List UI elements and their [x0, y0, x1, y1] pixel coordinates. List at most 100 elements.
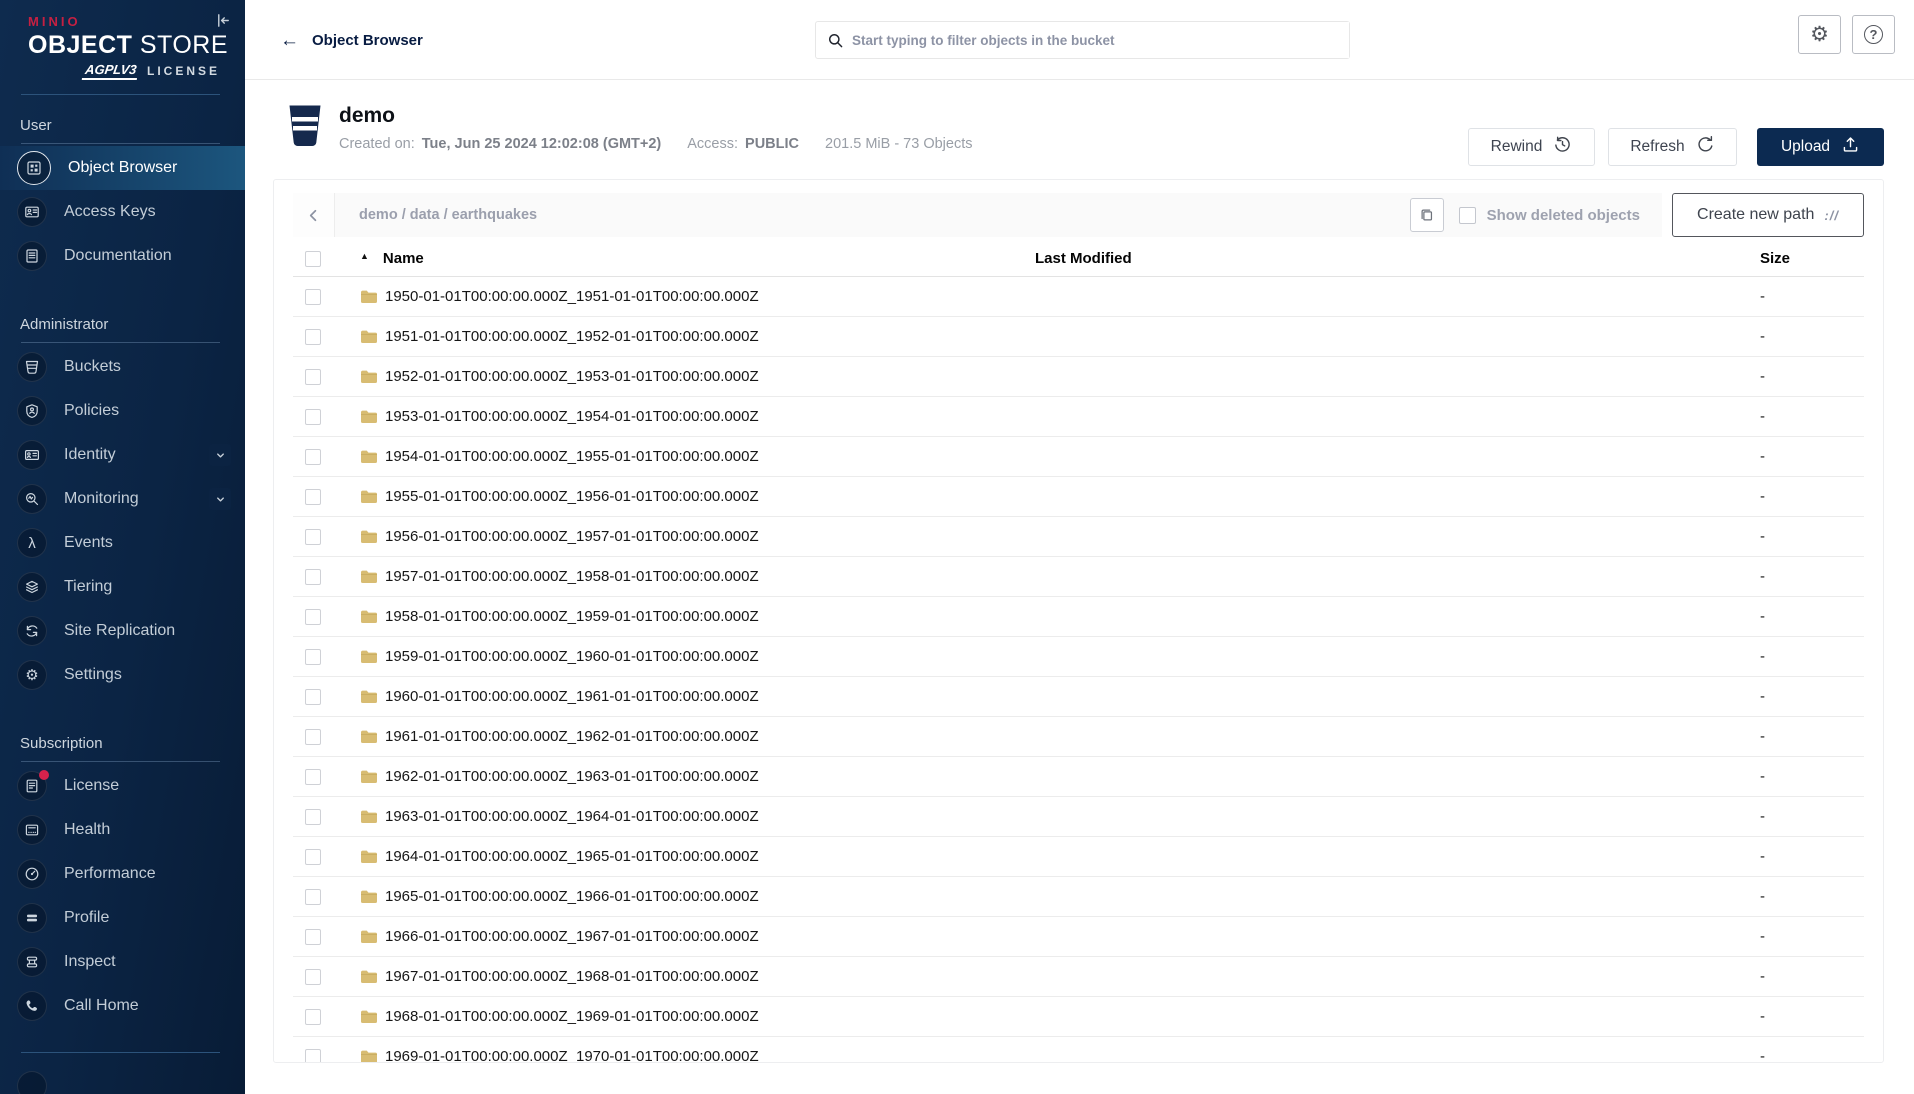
- table-row[interactable]: 1967-01-01T00:00:00.000Z_1968-01-01T00:0…: [293, 957, 1864, 997]
- cell-name[interactable]: 1964-01-01T00:00:00.000Z_1965-01-01T00:0…: [348, 848, 1035, 865]
- row-checkbox[interactable]: [305, 569, 321, 585]
- table-row[interactable]: 1968-01-01T00:00:00.000Z_1969-01-01T00:0…: [293, 997, 1864, 1037]
- page-back-nav[interactable]: ← Object Browser: [280, 0, 423, 80]
- cell-name[interactable]: 1966-01-01T00:00:00.000Z_1967-01-01T00:0…: [348, 928, 1035, 945]
- table-row[interactable]: 1969-01-01T00:00:00.000Z_1970-01-01T00:0…: [293, 1037, 1864, 1063]
- cell-name[interactable]: 1962-01-01T00:00:00.000Z_1963-01-01T00:0…: [348, 768, 1035, 785]
- table-row[interactable]: 1953-01-01T00:00:00.000Z_1954-01-01T00:0…: [293, 397, 1864, 437]
- row-checkbox[interactable]: [305, 769, 321, 785]
- search-input[interactable]: [852, 22, 1349, 58]
- cell-name[interactable]: 1950-01-01T00:00:00.000Z_1951-01-01T00:0…: [348, 288, 1035, 305]
- sidebar-item-identity[interactable]: Identity: [0, 433, 245, 477]
- cell-name[interactable]: 1951-01-01T00:00:00.000Z_1952-01-01T00:0…: [348, 328, 1035, 345]
- table-row[interactable]: 1965-01-01T00:00:00.000Z_1966-01-01T00:0…: [293, 877, 1864, 917]
- table-row[interactable]: 1962-01-01T00:00:00.000Z_1963-01-01T00:0…: [293, 757, 1864, 797]
- row-checkbox[interactable]: [305, 369, 321, 385]
- bucket-header: demo Created on: Tue, Jun 25 2024 12:02:…: [288, 104, 1884, 176]
- rewind-button[interactable]: Rewind: [1468, 128, 1595, 166]
- row-checkbox[interactable]: [305, 729, 321, 745]
- chevron-down-icon[interactable]: [209, 488, 231, 510]
- sidebar-item-monitoring[interactable]: Monitoring: [0, 477, 245, 521]
- sidebar-item-site-replication[interactable]: Site Replication: [0, 609, 245, 653]
- column-header-last-modified[interactable]: Last Modified: [1035, 250, 1758, 267]
- table-row[interactable]: 1963-01-01T00:00:00.000Z_1964-01-01T00:0…: [293, 797, 1864, 837]
- sidebar-item-documentation[interactable]: Documentation: [0, 234, 245, 278]
- select-all-checkbox[interactable]: [305, 251, 321, 267]
- sidebar-item-settings[interactable]: ⚙Settings: [0, 653, 245, 697]
- sidebar-item-object-browser[interactable]: Object Browser: [0, 146, 245, 190]
- sidebar-collapse-icon[interactable]: [211, 8, 235, 32]
- row-checkbox[interactable]: [305, 489, 321, 505]
- table-row[interactable]: 1951-01-01T00:00:00.000Z_1952-01-01T00:0…: [293, 317, 1864, 357]
- cell-name[interactable]: 1954-01-01T00:00:00.000Z_1955-01-01T00:0…: [348, 448, 1035, 465]
- access-value[interactable]: PUBLIC: [745, 136, 799, 152]
- column-header-size[interactable]: Size: [1758, 250, 1864, 267]
- sidebar-item-performance[interactable]: Performance: [0, 852, 245, 896]
- sidebar-item-health[interactable]: Health: [0, 808, 245, 852]
- table-row[interactable]: 1966-01-01T00:00:00.000Z_1967-01-01T00:0…: [293, 917, 1864, 957]
- cell-name[interactable]: 1960-01-01T00:00:00.000Z_1961-01-01T00:0…: [348, 688, 1035, 705]
- bucket-titles: demo Created on: Tue, Jun 25 2024 12:02:…: [339, 104, 973, 152]
- sidebar-item-profile[interactable]: Profile: [0, 896, 245, 940]
- row-checkbox[interactable]: [305, 849, 321, 865]
- row-checkbox[interactable]: [305, 609, 321, 625]
- row-checkbox[interactable]: [305, 969, 321, 985]
- refresh-button[interactable]: Refresh: [1608, 128, 1737, 166]
- cell-name[interactable]: 1952-01-01T00:00:00.000Z_1953-01-01T00:0…: [348, 368, 1035, 385]
- cell-name[interactable]: 1956-01-01T00:00:00.000Z_1957-01-01T00:0…: [348, 528, 1035, 545]
- row-checkbox[interactable]: [305, 289, 321, 305]
- table-row[interactable]: 1956-01-01T00:00:00.000Z_1957-01-01T00:0…: [293, 517, 1864, 557]
- breadcrumb[interactable]: demo / data / earthquakes: [359, 207, 537, 223]
- cell-name[interactable]: 1959-01-01T00:00:00.000Z_1960-01-01T00:0…: [348, 648, 1035, 665]
- row-checkbox[interactable]: [305, 1009, 321, 1025]
- table-row[interactable]: 1955-01-01T00:00:00.000Z_1956-01-01T00:0…: [293, 477, 1864, 517]
- cell-name[interactable]: 1957-01-01T00:00:00.000Z_1958-01-01T00:0…: [348, 568, 1035, 585]
- create-new-path-button[interactable]: Create new path ://: [1672, 193, 1864, 237]
- cell-name[interactable]: 1958-01-01T00:00:00.000Z_1959-01-01T00:0…: [348, 608, 1035, 625]
- sidebar-item-inspect[interactable]: Inspect: [0, 940, 245, 984]
- help-button[interactable]: ?: [1852, 15, 1895, 54]
- table-row[interactable]: 1950-01-01T00:00:00.000Z_1951-01-01T00:0…: [293, 277, 1864, 317]
- table-row[interactable]: 1952-01-01T00:00:00.000Z_1953-01-01T00:0…: [293, 357, 1864, 397]
- row-checkbox[interactable]: [305, 449, 321, 465]
- table-row[interactable]: 1959-01-01T00:00:00.000Z_1960-01-01T00:0…: [293, 637, 1864, 677]
- cell-name[interactable]: 1953-01-01T00:00:00.000Z_1954-01-01T00:0…: [348, 408, 1035, 425]
- cell-name[interactable]: 1955-01-01T00:00:00.000Z_1956-01-01T00:0…: [348, 488, 1035, 505]
- table-row[interactable]: 1957-01-01T00:00:00.000Z_1958-01-01T00:0…: [293, 557, 1864, 597]
- chevron-down-icon[interactable]: [209, 444, 231, 466]
- cell-name[interactable]: 1965-01-01T00:00:00.000Z_1966-01-01T00:0…: [348, 888, 1035, 905]
- copy-path-button[interactable]: [1410, 198, 1444, 232]
- table-row[interactable]: 1954-01-01T00:00:00.000Z_1955-01-01T00:0…: [293, 437, 1864, 477]
- cell-name[interactable]: 1967-01-01T00:00:00.000Z_1968-01-01T00:0…: [348, 968, 1035, 985]
- sidebar-item-policies[interactable]: Policies: [0, 389, 245, 433]
- row-checkbox[interactable]: [305, 1049, 321, 1064]
- row-checkbox[interactable]: [305, 889, 321, 905]
- row-checkbox[interactable]: [305, 409, 321, 425]
- sidebar-item-hidden[interactable]: [17, 1071, 245, 1094]
- row-checkbox[interactable]: [305, 689, 321, 705]
- row-checkbox[interactable]: [305, 649, 321, 665]
- row-checkbox[interactable]: [305, 809, 321, 825]
- table-row[interactable]: 1964-01-01T00:00:00.000Z_1965-01-01T00:0…: [293, 837, 1864, 877]
- settings-button[interactable]: ⚙: [1798, 15, 1841, 54]
- cell-name[interactable]: 1963-01-01T00:00:00.000Z_1964-01-01T00:0…: [348, 808, 1035, 825]
- sidebar-item-license[interactable]: License: [0, 764, 245, 808]
- sidebar-item-tiering[interactable]: Tiering: [0, 565, 245, 609]
- sidebar-item-buckets[interactable]: Buckets: [0, 345, 245, 389]
- show-deleted-checkbox[interactable]: [1459, 207, 1476, 224]
- breadcrumb-back-button[interactable]: [293, 193, 335, 237]
- cell-name[interactable]: 1968-01-01T00:00:00.000Z_1969-01-01T00:0…: [348, 1008, 1035, 1025]
- table-row[interactable]: 1958-01-01T00:00:00.000Z_1959-01-01T00:0…: [293, 597, 1864, 637]
- sidebar-item-access-keys[interactable]: Access Keys: [0, 190, 245, 234]
- table-row[interactable]: 1961-01-01T00:00:00.000Z_1962-01-01T00:0…: [293, 717, 1864, 757]
- table-row[interactable]: 1960-01-01T00:00:00.000Z_1961-01-01T00:0…: [293, 677, 1864, 717]
- sidebar-item-call-home[interactable]: Call Home: [0, 984, 245, 1028]
- sidebar-item-events[interactable]: λEvents: [0, 521, 245, 565]
- row-checkbox[interactable]: [305, 929, 321, 945]
- row-checkbox[interactable]: [305, 329, 321, 345]
- upload-button[interactable]: Upload: [1757, 128, 1884, 166]
- column-header-name[interactable]: ▲ Name: [348, 250, 1035, 267]
- row-checkbox[interactable]: [305, 529, 321, 545]
- cell-name[interactable]: 1961-01-01T00:00:00.000Z_1962-01-01T00:0…: [348, 728, 1035, 745]
- cell-name[interactable]: 1969-01-01T00:00:00.000Z_1970-01-01T00:0…: [348, 1048, 1035, 1063]
